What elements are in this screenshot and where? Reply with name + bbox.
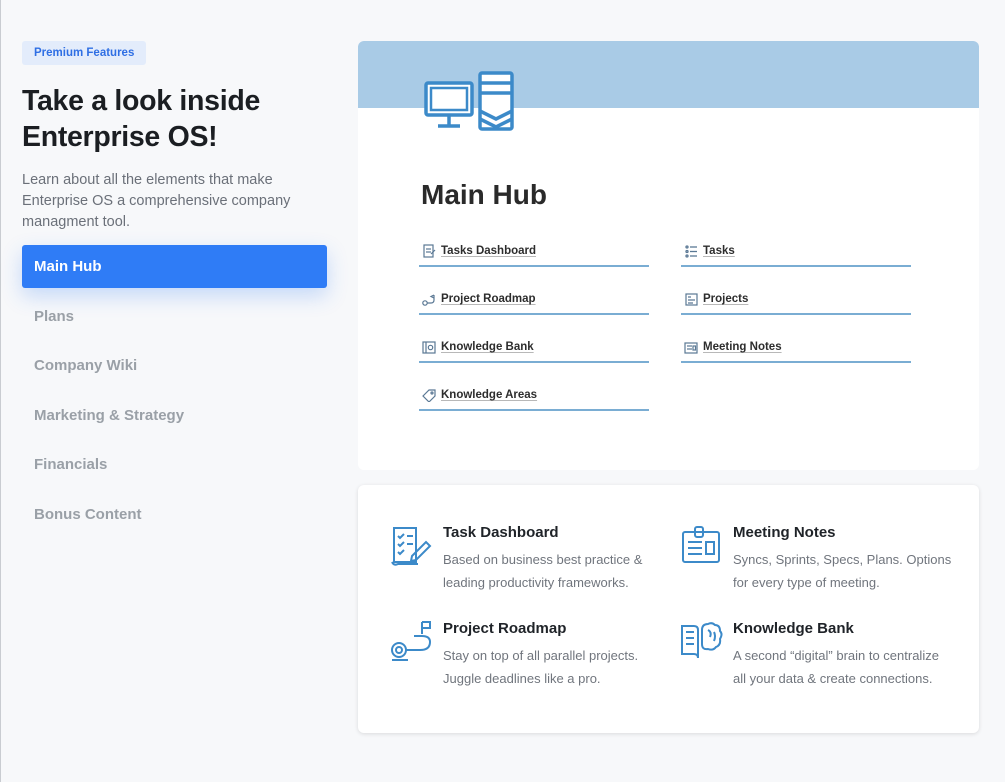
feature-description: A second “digital” brain to centralize a… <box>733 648 939 686</box>
hub-link-tasks-dashboard[interactable]: Tasks Dashboard <box>419 237 649 267</box>
feature-description: Syncs, Sprints, Specs, Plans. Options fo… <box>733 552 952 590</box>
feature-title: Task Dashboard <box>443 524 559 541</box>
window-edge <box>0 0 1 782</box>
premium-badge: Premium Features <box>22 41 147 65</box>
hub-link-meeting-notes[interactable]: Meeting Notes <box>681 333 911 363</box>
clipboard-icon <box>680 524 724 568</box>
roadmap-path-icon <box>390 620 434 664</box>
hub-page-title: Main Hub <box>421 179 547 210</box>
page-description: Learn about all the elements that make E… <box>22 172 291 230</box>
knowledge-bank-icon <box>422 340 436 354</box>
computer-server-icon <box>424 71 516 138</box>
feature-title: Project Roadmap <box>443 620 567 637</box>
page-title: Take a look inside Enterprise OS! <box>22 85 260 153</box>
features-card: Task Dashboard Based on business best pr… <box>358 485 979 733</box>
nav-item-main-hub[interactable]: Main Hub <box>22 245 327 288</box>
meeting-notes-icon <box>684 340 698 354</box>
feature-title: Knowledge Bank <box>733 620 854 637</box>
task-checklist-icon <box>390 524 434 568</box>
hub-link-tasks[interactable]: Tasks <box>681 237 911 267</box>
nav-item-company-wiki[interactable]: Company Wiki <box>22 344 327 387</box>
feature-title: Meeting Notes <box>733 524 836 541</box>
list-icon <box>684 244 698 258</box>
left-panel: Premium Features Take a look inside Ente… <box>22 41 327 542</box>
nav-item-bonus-content[interactable]: Bonus Content <box>22 493 327 536</box>
nav-item-plans[interactable]: Plans <box>22 295 327 338</box>
feature-description: Stay on top of all parallel projects. Ju… <box>443 648 639 686</box>
main-hub-preview: Main Hub Tasks Dashboard Tasks Project R… <box>358 41 979 470</box>
roadmap-icon <box>422 292 436 306</box>
hub-link-knowledge-areas[interactable]: Knowledge Areas <box>419 381 649 411</box>
projects-icon <box>684 292 698 306</box>
dashboard-doc-icon <box>422 244 436 258</box>
tag-icon <box>422 388 436 402</box>
nav-item-marketing-strategy[interactable]: Marketing & Strategy <box>22 394 327 437</box>
hub-link-project-roadmap[interactable]: Project Roadmap <box>419 285 649 315</box>
feature-description: Based on business best practice & leadin… <box>443 552 643 590</box>
book-brain-icon <box>680 620 724 664</box>
hub-link-projects[interactable]: Projects <box>681 285 911 315</box>
feature-nav: Main Hub Plans Company Wiki Marketing & … <box>22 245 327 536</box>
hub-link-knowledge-bank[interactable]: Knowledge Bank <box>419 333 649 363</box>
nav-item-financials[interactable]: Financials <box>22 443 327 486</box>
